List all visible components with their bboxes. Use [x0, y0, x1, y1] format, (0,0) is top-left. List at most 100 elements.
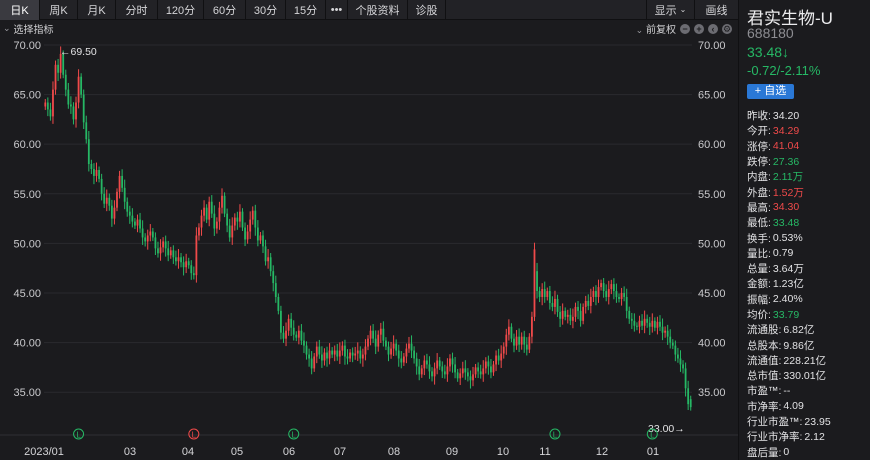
candle-body [267, 257, 270, 262]
event-marker-label: L [650, 431, 655, 440]
candle-body [187, 261, 190, 266]
stat-label: 跌停: [747, 156, 771, 169]
tab-period-1[interactable]: 周K [40, 0, 78, 20]
candle-body [87, 139, 90, 165]
price-value: 33.48 [747, 44, 783, 60]
y-tick-label-left: 40.00 [13, 338, 41, 350]
stat-value: 1.23亿 [772, 278, 804, 291]
price-change: -0.72/-2.11% [747, 63, 821, 78]
tab-period-0[interactable]: 日K [0, 0, 40, 20]
scroll-left-icon[interactable]: ‹ [708, 23, 718, 34]
period-toolbar: 日K 周K 月K 分时 120分 60分 30分 15分 ••• 个股资料 诊股 显示 ⌄ 画线 [0, 0, 738, 20]
candle-body [638, 320, 641, 327]
tab-period-10[interactable]: 诊股 [408, 0, 446, 20]
candle-body [449, 358, 451, 367]
candle-body [315, 346, 318, 357]
zoom-in-icon[interactable]: + [694, 23, 704, 34]
candle-body [285, 330, 287, 339]
candle-body [600, 283, 602, 288]
candle-body [172, 250, 175, 258]
candle-body [274, 283, 277, 297]
display-dropdown[interactable]: 显示 ⌄ [646, 0, 694, 20]
candle-body [123, 187, 126, 202]
candle-body [98, 169, 100, 179]
stat-value: 41.04 [772, 140, 800, 153]
candle-body [108, 197, 111, 206]
candle-body [477, 367, 480, 372]
tab-period-6[interactable]: 30分 [246, 0, 286, 20]
candle-body [341, 345, 344, 351]
candle-body [523, 336, 526, 345]
candle-body [131, 215, 134, 222]
adjust-mode-dropdown[interactable]: ⌄ 前复权 [636, 21, 676, 36]
candle-body [354, 353, 357, 356]
stat-label: 行业市盈™: [747, 416, 803, 429]
draw-line-button[interactable]: 画线 [694, 0, 738, 20]
stat-row: 今开: 34.29 [747, 123, 869, 138]
y-tick-label-left: 65.00 [13, 90, 41, 102]
stat-row: 流通股: 6.82亿 [747, 322, 869, 337]
candle-body [233, 217, 236, 226]
select-indicator-dropdown[interactable]: ⌄ 选择指标 [0, 21, 54, 36]
candle-body [420, 368, 423, 375]
candle-body [441, 366, 444, 372]
stat-value: 330.01亿 [783, 370, 827, 383]
candle-body [454, 364, 456, 373]
candle-body [344, 345, 346, 357]
candle-body [377, 334, 380, 347]
candle-body [443, 371, 446, 375]
tab-period-4[interactable]: 120分 [158, 0, 204, 20]
stat-label: 均价: [747, 309, 771, 321]
candle-body [669, 336, 672, 343]
add-watchlist-button[interactable]: + 自选 [747, 84, 794, 99]
tab-more[interactable]: ••• [326, 0, 348, 20]
candle-body [269, 257, 272, 272]
candle-body [182, 262, 185, 268]
x-tick-label: 12 [596, 446, 608, 458]
candle-body [615, 291, 618, 297]
stat-row: 外盘: 1.52万 [747, 184, 869, 199]
tab-period-3[interactable]: 分时 [116, 0, 158, 20]
tab-period-5[interactable]: 60分 [204, 0, 246, 20]
tab-period-2[interactable]: 月K [78, 0, 116, 20]
settings-icon[interactable]: ⚙ [722, 23, 732, 34]
stat-label: 总市值: [747, 370, 782, 383]
candle-body [49, 109, 52, 117]
candle-body [95, 169, 98, 176]
tab-period-9[interactable]: 个股资料 [348, 0, 408, 20]
candle-body [236, 217, 239, 222]
candle-body [630, 318, 633, 321]
candle-body [674, 345, 677, 355]
candle-body [159, 247, 162, 254]
candle-body [244, 227, 246, 240]
candle-body [226, 213, 229, 226]
candle-body [636, 325, 638, 327]
candle-body [579, 310, 582, 321]
candle-body [438, 360, 441, 367]
stat-value: 33.79 [772, 308, 800, 321]
zoom-out-icon[interactable]: − [680, 23, 690, 34]
stat-row: 最高: 34.30 [747, 200, 869, 215]
candle-body [661, 326, 664, 333]
candle-body [659, 321, 661, 327]
candle-body [525, 344, 528, 350]
candle-body [134, 221, 136, 226]
candle-body [67, 89, 70, 105]
candle-body [146, 235, 149, 242]
candle-body [426, 360, 428, 365]
candle-body [597, 287, 600, 297]
candle-body [64, 74, 67, 90]
candle-body [689, 399, 692, 408]
candle-body [428, 364, 431, 372]
candle-body [682, 364, 684, 369]
stat-row: 内盘: 2.11万 [747, 169, 869, 184]
tab-period-7[interactable]: 15分 [286, 0, 326, 20]
candle-body [105, 197, 108, 204]
candle-body [610, 284, 613, 290]
candle-body [461, 368, 464, 374]
x-tick-label: 06 [283, 446, 295, 458]
candle-body [157, 248, 159, 254]
stat-value: 33.48 [772, 216, 800, 229]
stat-row: 盘后量: 0 [747, 445, 869, 460]
candlestick-chart[interactable]: 70.00 70.00 65.00 65.00 60.00 60.00 55.00 55.00… [0, 37, 738, 460]
